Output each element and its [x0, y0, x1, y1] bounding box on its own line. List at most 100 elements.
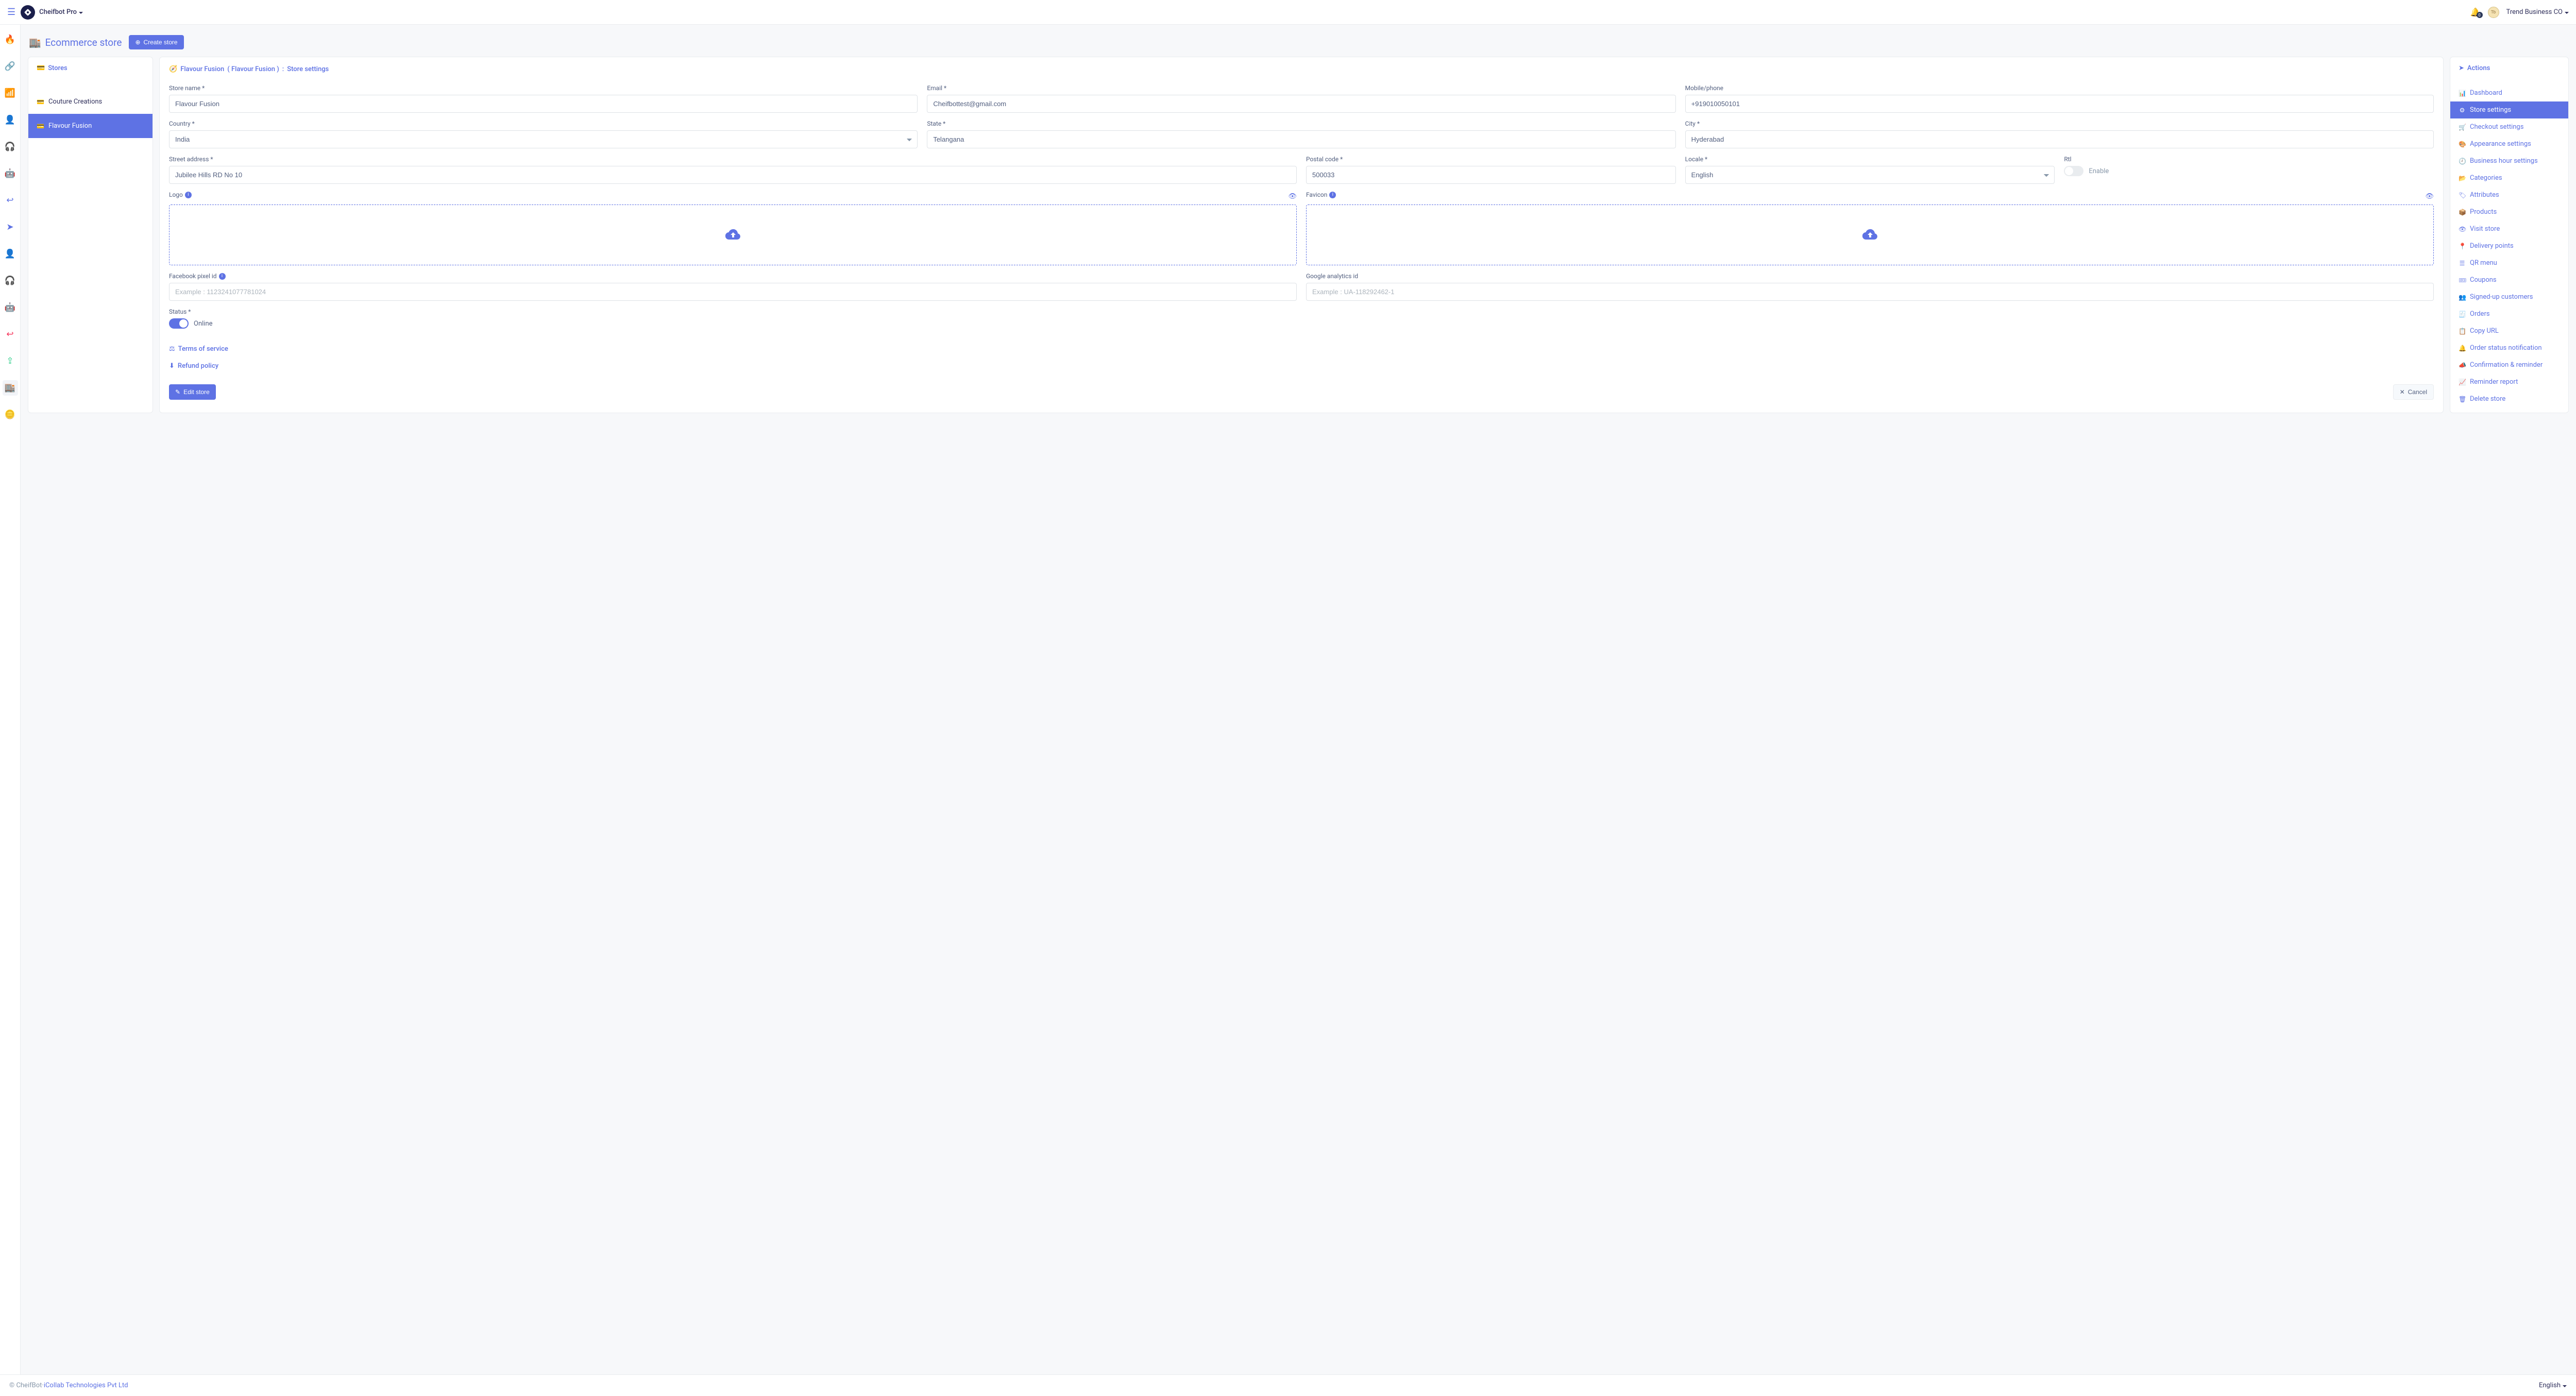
store-item-label: Flavour Fusion [48, 122, 92, 130]
brand[interactable]: Cheifbot Pro [21, 5, 83, 20]
action-item[interactable]: 🗑Delete store [2450, 390, 2568, 407]
action-item[interactable]: 📈Reminder report [2450, 373, 2568, 390]
favicon-dropzone[interactable] [1306, 205, 2434, 265]
action-icon: 🎨 [2459, 141, 2466, 148]
store-item[interactable]: 💳Couture Creations [28, 90, 152, 114]
label-email: Email * [927, 84, 1675, 92]
field-favicon: Favicon i 👁 [1306, 191, 2434, 265]
store-icon[interactable]: 🏬 [3, 380, 18, 396]
brand-logo-icon [21, 5, 35, 20]
eye-icon[interactable]: 👁 [1288, 193, 1297, 200]
logo-dropzone[interactable] [169, 205, 1297, 265]
language-selector[interactable]: English [2539, 1382, 2567, 1389]
edit-store-button[interactable]: ✎ Edit store [169, 384, 216, 400]
terms-text: Terms of service [178, 345, 228, 353]
cancel-button[interactable]: ✕ Cancel [2393, 384, 2434, 400]
wifi-icon[interactable]: 📶 [3, 86, 18, 101]
action-icon: 📊 [2459, 90, 2466, 97]
action-item[interactable]: 👁Visit store [2450, 220, 2568, 237]
action-item[interactable]: 📋Copy URL [2450, 322, 2568, 339]
terms-link[interactable]: ⚖ Terms of service [169, 345, 2434, 353]
actions-header: ➤ Actions [2450, 57, 2568, 79]
action-item[interactable]: ☰QR menu [2450, 254, 2568, 271]
fb-pixel-input[interactable] [169, 283, 1297, 301]
headset-alt-icon[interactable]: 🎧 [3, 273, 18, 288]
action-item[interactable]: 👥Signed-up customers [2450, 288, 2568, 305]
eye-icon[interactable]: 👁 [2425, 193, 2434, 200]
bell-icon[interactable]: 🔔0 [2470, 7, 2481, 17]
field-state: State * [927, 120, 1675, 148]
action-item[interactable]: 📂Categories [2450, 169, 2568, 186]
action-item[interactable]: 🎟Coupons [2450, 271, 2568, 288]
user-icon[interactable]: 👤 [3, 112, 18, 128]
action-item[interactable]: 📣 Confirmation & reminder [2450, 356, 2568, 373]
menu-toggle-icon[interactable]: ☰ [7, 7, 15, 18]
brand-name[interactable]: Cheifbot Pro [39, 8, 83, 16]
store-name-input[interactable] [169, 95, 918, 113]
country-select[interactable]: India [169, 130, 918, 148]
form-grid: Store name * Email * Mobile/phone Countr… [169, 84, 2434, 370]
action-label: Orders [2470, 310, 2490, 318]
topbar: ☰ Cheifbot Pro 🔔0 Tb Trend Business CO [0, 0, 2576, 25]
mobile-input[interactable] [1685, 95, 2434, 113]
field-ga-id: Google analytics id [1306, 273, 2434, 301]
action-item[interactable]: 🧾Orders [2450, 305, 2568, 322]
ga-id-input[interactable] [1306, 283, 2434, 301]
postal-input[interactable] [1306, 166, 1676, 184]
robot-icon[interactable]: 🤖 [3, 166, 18, 181]
action-item[interactable]: 📍Delivery points [2450, 237, 2568, 254]
account-name[interactable]: Trend Business CO [2506, 8, 2569, 16]
create-store-button[interactable]: ⊕ Create store [129, 35, 183, 49]
footer-company-link[interactable]: iCollab Technologies Pvt Ltd [44, 1382, 128, 1389]
breadcrumb-store[interactable]: Flavour Fusion [180, 65, 224, 73]
action-item[interactable]: 🎨Appearance settings [2450, 135, 2568, 152]
user-error-icon[interactable]: 👤 [3, 246, 18, 262]
locale-select[interactable]: English [1685, 166, 2055, 184]
action-item[interactable]: 📊Dashboard [2450, 84, 2568, 101]
store-item[interactable]: 💳Flavour Fusion [28, 114, 152, 138]
action-icon: ☰ [2459, 260, 2466, 267]
action-label: Products [2470, 208, 2497, 216]
robot-alt-icon[interactable]: 🤖 [3, 300, 18, 315]
send-icon[interactable]: ➤ [3, 219, 18, 235]
action-item[interactable]: 🏷Attributes [2450, 186, 2568, 203]
field-postal: Postal code * [1306, 156, 1676, 184]
action-item[interactable]: 🛒Checkout settings [2450, 118, 2568, 135]
store-item-label: Couture Creations [48, 98, 102, 106]
reply-alt-icon[interactable]: ↩ [3, 327, 18, 342]
action-label: Visit store [2470, 225, 2500, 233]
cancel-label: Cancel [2408, 388, 2427, 396]
flame-icon[interactable]: 🔥 [3, 32, 18, 47]
status-toggle[interactable] [169, 318, 189, 329]
action-item[interactable]: 📦Products [2450, 203, 2568, 220]
action-item[interactable]: 🔔Order status notification [2450, 339, 2568, 356]
label-logo: Logo i [169, 191, 192, 198]
coins-icon[interactable]: 🪙 [3, 407, 18, 422]
street-input[interactable] [169, 166, 1297, 184]
action-label: Confirmation & reminder [2470, 361, 2543, 369]
avatar[interactable]: Tb [2488, 7, 2499, 18]
refund-link[interactable]: ⬇ Refund policy [169, 362, 2434, 370]
action-item[interactable]: ⚙Store settings [2450, 101, 2568, 118]
label-mobile: Mobile/phone [1685, 84, 2434, 92]
action-item[interactable]: 🕘Business hour settings [2450, 152, 2568, 169]
city-input[interactable] [1685, 130, 2434, 148]
reply-icon[interactable]: ↩ [3, 193, 18, 208]
info-icon[interactable]: i [185, 192, 192, 198]
action-icon: 📣 [2459, 362, 2466, 369]
info-icon[interactable]: i [219, 273, 226, 280]
close-icon: ✕ [2400, 388, 2405, 396]
action-label: Copy URL [2470, 327, 2499, 335]
email-input[interactable] [927, 95, 1675, 113]
state-input[interactable] [927, 130, 1675, 148]
breadcrumb-paren: ( Flavour Fusion ) [227, 65, 279, 73]
info-icon[interactable]: i [1329, 192, 1336, 198]
label-favicon: Favicon i [1306, 191, 1336, 198]
headset-icon[interactable]: 🎧 [3, 139, 18, 155]
action-icon: 🏷 [2459, 192, 2466, 199]
export-icon[interactable]: ⇪ [3, 353, 18, 369]
card-icon: 💳 [37, 64, 45, 72]
rtl-toggle[interactable] [2064, 166, 2083, 176]
status-text: Online [194, 320, 213, 328]
link-icon[interactable]: 🔗 [3, 59, 18, 74]
